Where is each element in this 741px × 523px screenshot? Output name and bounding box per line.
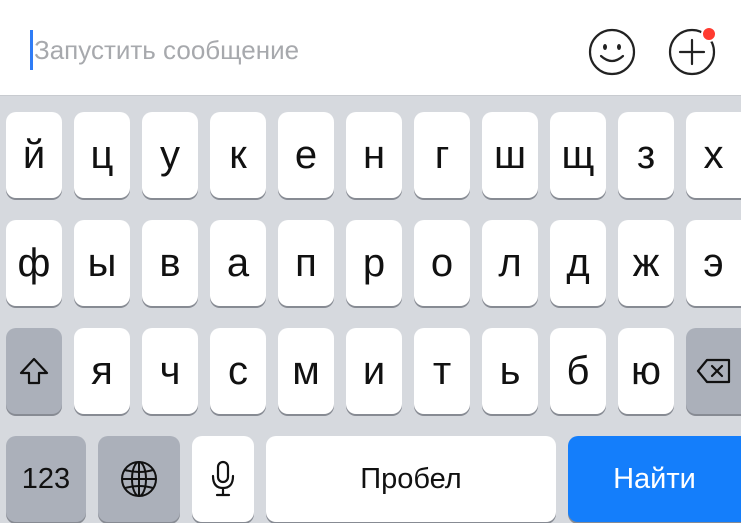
search-action-key[interactable]: Найти <box>568 436 741 522</box>
key-letter[interactable]: ц <box>74 112 130 198</box>
key-letter[interactable]: и <box>346 328 402 414</box>
key-letter[interactable]: д <box>550 220 606 306</box>
key-letter[interactable]: м <box>278 328 334 414</box>
key-letter[interactable]: л <box>482 220 538 306</box>
key-letter[interactable]: ь <box>482 328 538 414</box>
key-letter[interactable]: в <box>142 220 198 306</box>
key-letter[interactable]: й <box>6 112 62 198</box>
key-letter[interactable]: т <box>414 328 470 414</box>
key-letter[interactable]: р <box>346 220 402 306</box>
key-letter[interactable]: щ <box>550 112 606 198</box>
key-letter[interactable]: к <box>210 112 266 198</box>
globe-key[interactable] <box>98 436 180 522</box>
key-letter[interactable]: с <box>210 328 266 414</box>
key-letter[interactable]: ю <box>618 328 674 414</box>
shift-icon <box>19 357 49 385</box>
key-letter[interactable]: н <box>346 112 402 198</box>
key-letter[interactable]: х <box>686 112 741 198</box>
key-letter[interactable]: б <box>550 328 606 414</box>
key-letter[interactable]: ш <box>482 112 538 198</box>
backspace-icon <box>696 358 730 384</box>
key-letter[interactable]: я <box>74 328 130 414</box>
message-input[interactable] <box>34 30 554 70</box>
emoji-button[interactable] <box>588 28 636 76</box>
key-letter[interactable]: е <box>278 112 334 198</box>
notification-badge <box>701 26 717 42</box>
key-letter[interactable]: у <box>142 112 198 198</box>
key-letter[interactable]: з <box>618 112 674 198</box>
space-key[interactable]: Пробел <box>266 436 556 522</box>
key-letter[interactable]: о <box>414 220 470 306</box>
key-letter[interactable]: г <box>414 112 470 198</box>
numbers-key[interactable]: 123 <box>6 436 86 522</box>
globe-icon <box>121 461 157 497</box>
dictation-key[interactable] <box>192 436 254 522</box>
key-letter[interactable]: а <box>210 220 266 306</box>
key-letter[interactable]: ф <box>6 220 62 306</box>
smiley-icon <box>588 28 636 76</box>
shift-key[interactable] <box>6 328 62 414</box>
key-letter[interactable]: ж <box>618 220 674 306</box>
keyboard: й ц у к е н г ш щ з х ф ы в а п р о л д … <box>0 96 741 523</box>
microphone-icon <box>211 460 235 497</box>
key-letter[interactable]: п <box>278 220 334 306</box>
key-letter[interactable]: э <box>686 220 741 306</box>
text-cursor <box>30 30 33 70</box>
backspace-key[interactable] <box>686 328 741 414</box>
key-letter[interactable]: ч <box>142 328 198 414</box>
key-letter[interactable]: ы <box>74 220 130 306</box>
compose-bar <box>0 0 741 96</box>
